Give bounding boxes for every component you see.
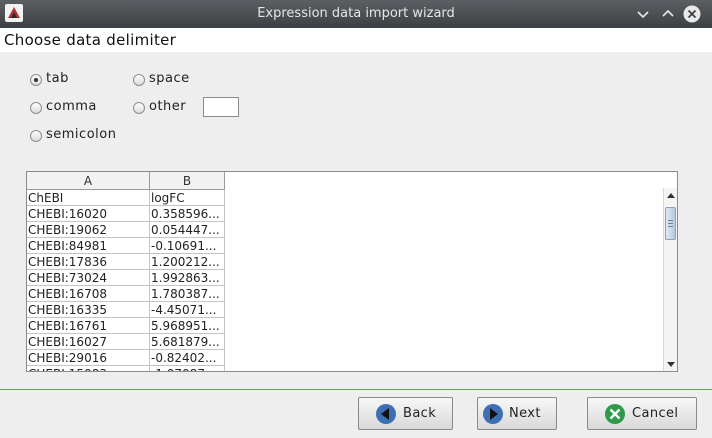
cell-column-b[interactable]: -1.07087... xyxy=(149,365,225,371)
cancel-x-icon xyxy=(605,404,625,424)
next-label: Next xyxy=(509,406,541,421)
radio-label: tab xyxy=(46,71,69,86)
cell-column-a[interactable]: CHEBI:17836 xyxy=(27,253,150,270)
table-row[interactable]: ChEBI logFC xyxy=(27,189,225,206)
close-icon[interactable] xyxy=(683,5,701,23)
radio-button[interactable] xyxy=(133,74,145,86)
table-row[interactable]: CHEBI:16761 5.968951... xyxy=(27,317,225,334)
cell-column-a[interactable]: ChEBI xyxy=(27,189,150,206)
data-preview-table[interactable]: A B ChEBI logFC CHEBI:16020 0.358596... CHEB… xyxy=(26,171,678,372)
cell-column-a[interactable]: CHEBI:16335 xyxy=(27,301,150,318)
radio-label: other xyxy=(149,99,187,114)
cell-column-b[interactable]: -0.82402... xyxy=(149,349,225,366)
table-row[interactable]: CHEBI:73024 1.992863... xyxy=(27,269,225,286)
cell-column-b[interactable]: -0.10691... xyxy=(149,237,225,254)
next-arrow-icon xyxy=(483,404,503,424)
table-row[interactable]: CHEBI:19062 0.054447... xyxy=(27,221,225,238)
cell-column-a[interactable]: CHEBI:19062 xyxy=(27,221,150,238)
footer-divider xyxy=(0,389,712,390)
radio-button[interactable] xyxy=(30,130,42,142)
cell-column-b[interactable]: 1.992863... xyxy=(149,269,225,286)
table-row[interactable]: CHEBI:17836 1.200212... xyxy=(27,253,225,270)
back-button[interactable]: Back xyxy=(358,397,453,430)
step-heading: Choose data delimiter xyxy=(4,31,177,49)
scroll-up-icon[interactable] xyxy=(667,193,675,198)
cell-column-b[interactable]: 0.054447... xyxy=(149,221,225,238)
table-row[interactable]: CHEBI:29016 -0.82402... xyxy=(27,349,225,366)
radio-button-selected[interactable] xyxy=(30,74,42,86)
column-header-b[interactable]: B xyxy=(149,172,225,190)
table-row[interactable]: CHEBI:16708 1.780387... xyxy=(27,285,225,302)
radio-label: semicolon xyxy=(46,127,117,142)
cell-column-b[interactable]: 5.968951... xyxy=(149,317,225,334)
back-arrow-icon xyxy=(376,404,396,424)
table-row[interactable]: CHEBI:16335 -4.45071... xyxy=(27,301,225,318)
cell-column-a[interactable]: CHEBI:16708 xyxy=(27,285,150,302)
radio-button[interactable] xyxy=(133,102,145,114)
cell-column-a[interactable]: CHEBI:15083 xyxy=(27,365,150,371)
table-row[interactable]: CHEBI:84981 -0.10691... xyxy=(27,237,225,254)
cell-column-b[interactable]: -4.45071... xyxy=(149,301,225,318)
scroll-down-icon[interactable] xyxy=(667,362,675,367)
cell-column-a[interactable]: CHEBI:16761 xyxy=(27,317,150,334)
title-bar[interactable]: Expression data import wizard xyxy=(0,0,712,28)
maximize-icon[interactable] xyxy=(659,5,677,23)
vertical-scrollbar[interactable] xyxy=(663,188,677,371)
back-label: Back xyxy=(403,406,437,421)
radio-label: space xyxy=(149,71,190,86)
cell-column-b[interactable]: 0.358596... xyxy=(149,205,225,222)
table-row[interactable]: CHEBI:15083-1.07087... xyxy=(27,365,225,371)
cell-column-b[interactable]: 5.681879... xyxy=(149,333,225,350)
cell-column-a[interactable]: CHEBI:73024 xyxy=(27,269,150,286)
cell-column-b[interactable]: logFC xyxy=(149,189,225,206)
radio-button[interactable] xyxy=(30,102,42,114)
window-title: Expression data import wizard xyxy=(257,6,455,21)
cancel-button[interactable]: Cancel xyxy=(587,397,697,430)
cell-column-b[interactable]: 1.780387... xyxy=(149,285,225,302)
column-header-a[interactable]: A xyxy=(27,172,150,190)
scroll-thumb[interactable] xyxy=(665,207,676,240)
minimize-icon[interactable] xyxy=(634,5,652,23)
step-header: Choose data delimiter xyxy=(0,28,712,52)
cancel-label: Cancel xyxy=(632,406,679,421)
cell-column-a[interactable]: CHEBI:84981 xyxy=(27,237,150,254)
table-row[interactable]: CHEBI:16027 5.681879... xyxy=(27,333,225,350)
radio-label: comma xyxy=(46,99,97,114)
next-button[interactable]: Next xyxy=(477,397,557,430)
table-row[interactable]: CHEBI:16020 0.358596... xyxy=(27,205,225,222)
other-delimiter-input[interactable] xyxy=(203,97,239,117)
cell-column-a[interactable]: CHEBI:16020 xyxy=(27,205,150,222)
cell-column-b[interactable]: 1.200212... xyxy=(149,253,225,270)
cell-column-a[interactable]: CHEBI:16027 xyxy=(27,333,150,350)
cell-column-a[interactable]: CHEBI:29016 xyxy=(27,349,150,366)
